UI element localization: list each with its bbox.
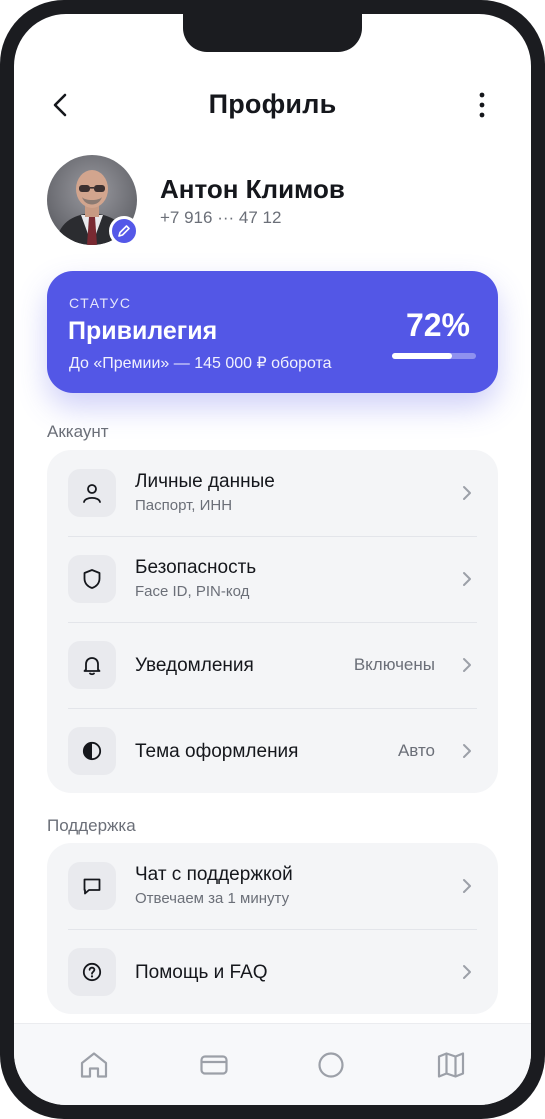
account-group: Личные данные Паспорт, ИНН Безопасность … xyxy=(47,450,498,793)
row-support-chat[interactable]: Чат с поддержкой Отвечаем за 1 минуту xyxy=(47,843,498,929)
edit-avatar-button[interactable] xyxy=(109,216,139,246)
support-chat-icon-tile xyxy=(68,862,116,910)
shield-icon xyxy=(83,569,101,589)
row-subtitle: Паспорт, ИНН xyxy=(135,497,233,514)
nav-center[interactable] xyxy=(312,1046,350,1084)
row-value: Авто xyxy=(397,741,435,760)
bottom-nav xyxy=(14,1023,531,1105)
home-icon xyxy=(80,1052,108,1078)
row-security[interactable]: Безопасность Face ID, PIN-код xyxy=(47,536,498,622)
user-name: Антон Климов xyxy=(160,174,345,204)
page-title: Профиль xyxy=(208,89,337,119)
chevron-right-icon xyxy=(463,486,471,500)
phone-frame: Профиль Антон Климов +7 916 ··· 47 12 СТ… xyxy=(0,0,545,1119)
card-icon xyxy=(200,1055,228,1075)
personal-data-icon-tile xyxy=(68,469,116,517)
row-theme[interactable]: Тема оформления Авто xyxy=(47,708,498,794)
row-subtitle: Отвечаем за 1 минуту xyxy=(135,890,290,907)
status-progress-fill xyxy=(392,353,453,359)
row-subtitle: Face ID, PIN-код xyxy=(135,583,250,600)
circle-icon xyxy=(318,1052,344,1078)
screen: Профиль Антон Климов +7 916 ··· 47 12 СТ… xyxy=(14,14,531,1105)
row-title: Уведомления xyxy=(135,655,254,676)
row-personal-data[interactable]: Личные данные Паспорт, ИНН xyxy=(47,450,498,536)
support-group: Чат с поддержкой Отвечаем за 1 минуту По… xyxy=(47,843,498,1014)
chat-icon xyxy=(83,878,101,895)
help-icon-tile xyxy=(68,948,116,996)
chevron-right-icon xyxy=(463,744,471,758)
row-title: Помощь и FAQ xyxy=(135,962,268,983)
section-title-account: Аккаунт xyxy=(47,422,109,441)
row-title: Тема оформления xyxy=(135,741,299,762)
status-label: СТАТУС xyxy=(69,295,132,311)
user-phone: +7 916 ··· 47 12 xyxy=(160,208,282,227)
chevron-right-icon xyxy=(463,658,471,672)
row-title: Чат с поддержкой xyxy=(135,864,293,885)
chevron-right-icon xyxy=(463,879,471,893)
help-icon xyxy=(82,962,102,982)
row-help-faq[interactable]: Помощь и FAQ xyxy=(47,929,498,1015)
bell-icon xyxy=(83,657,101,676)
section-title-support: Поддержка xyxy=(47,816,136,835)
status-hint: До «Премии» — 145 000 ₽ оборота xyxy=(69,355,332,372)
notch xyxy=(183,14,362,52)
row-value: Включены xyxy=(353,655,435,674)
row-title: Личные данные xyxy=(135,471,275,492)
more-vertical-icon xyxy=(479,92,485,118)
status-card[interactable]: СТАТУС Привилегия До «Премии» — 145 000 … xyxy=(47,271,498,393)
security-icon-tile xyxy=(68,555,116,603)
row-title: Безопасность xyxy=(135,557,257,578)
nav-map[interactable] xyxy=(432,1046,470,1084)
theme-icon xyxy=(82,741,102,761)
more-button[interactable] xyxy=(469,90,495,120)
notifications-icon-tile xyxy=(68,641,116,689)
status-name: Привилегия xyxy=(68,317,218,345)
nav-home[interactable] xyxy=(75,1046,113,1084)
chevron-right-icon xyxy=(463,572,471,586)
status-percent: 72% xyxy=(405,307,470,343)
theme-icon-tile xyxy=(68,727,116,775)
nav-cards[interactable] xyxy=(195,1046,233,1084)
pencil-icon xyxy=(118,225,130,237)
status-progress-bar xyxy=(392,353,476,359)
user-icon xyxy=(83,484,101,503)
map-icon xyxy=(437,1052,465,1078)
row-notifications[interactable]: Уведомления Включены xyxy=(47,622,498,708)
chevron-right-icon xyxy=(463,965,471,979)
